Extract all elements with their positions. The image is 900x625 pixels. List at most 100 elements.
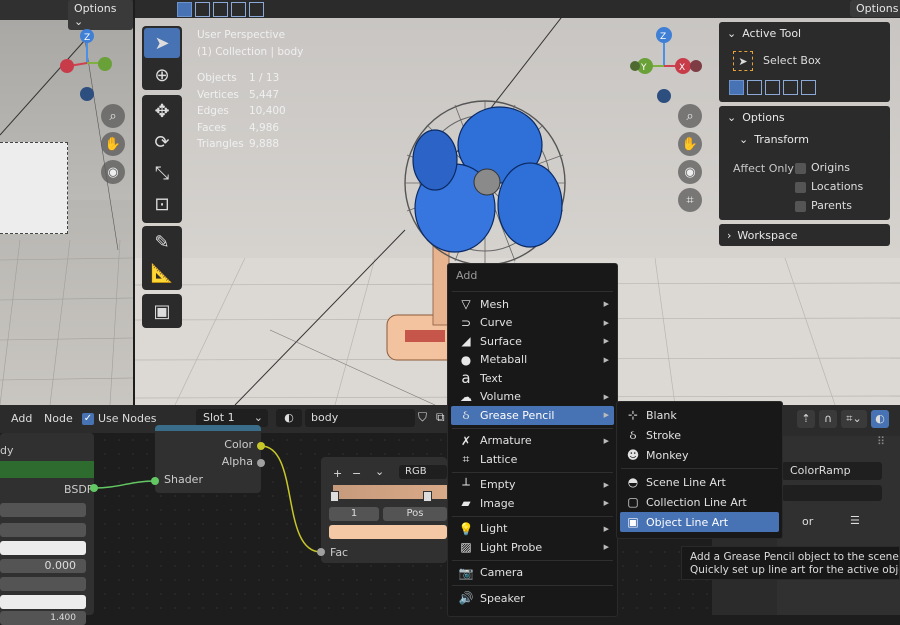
overlay-icon[interactable]: ◐ [871, 410, 889, 428]
value-field[interactable]: 0.000 [0, 559, 86, 573]
stop-index-field[interactable]: 1 [329, 507, 379, 521]
navigation-gizmo[interactable]: Z [55, 28, 125, 104]
submenu-item-stroke[interactable]: ઠ Stroke [617, 425, 782, 445]
bsdf-socket[interactable] [90, 484, 98, 492]
magnet-icon[interactable]: ∩ [819, 410, 837, 428]
move-tool-icon[interactable]: ✥ [144, 96, 180, 126]
submenu-item-collection-line-art[interactable]: ▢ Collection Line Art [617, 492, 782, 512]
menu-item-mesh[interactable]: ▽ Mesh ▶ [448, 295, 617, 314]
select-subtract-icon[interactable] [765, 80, 780, 95]
stop-color-swatch[interactable] [329, 525, 447, 539]
submenu-item-object-line-art[interactable]: ▣ Object Line Art [620, 512, 779, 532]
menu-item-empty[interactable]: ┴ Empty ▶ [448, 476, 617, 495]
panel-header[interactable]: › Workspace [719, 224, 890, 246]
principled-bsdf-node[interactable]: dy BSDF 0.000 1.400 [0, 433, 94, 625]
position-field[interactable]: Pos [383, 507, 447, 521]
dropdown-field[interactable] [0, 577, 86, 591]
select-intersect-icon[interactable] [249, 2, 264, 17]
select-invert-icon[interactable] [231, 2, 246, 17]
select-subtract-icon[interactable] [213, 2, 228, 17]
panel-header[interactable]: ⌄ Active Tool [719, 22, 890, 44]
menu-item-lattice[interactable]: ⌗ Lattice [448, 450, 617, 469]
camera-view-icon[interactable]: ◉ [101, 160, 125, 184]
menu-item-volume[interactable]: ☁ Volume ▶ [448, 388, 617, 407]
colorramp-field[interactable]: ColorRamp [782, 462, 882, 480]
submenu-item-blank[interactable]: ⊹ Blank [617, 405, 782, 425]
menu-item-grease-pencil[interactable]: ઠ Grease Pencil ▶ [451, 406, 614, 425]
annotate-tool-icon[interactable]: ✎ [144, 227, 180, 257]
select-intersect-icon[interactable] [801, 80, 816, 95]
select-new-icon[interactable] [177, 2, 192, 17]
left-viewport[interactable]: Options ⌄ Z ⌕ ✋ ◉ [0, 0, 133, 405]
arrow-up-icon[interactable]: ⇡ [797, 410, 815, 428]
origins-checkbox[interactable]: Origins [795, 161, 850, 174]
measure-tool-icon[interactable]: 📐 [144, 258, 180, 288]
menu-item-camera[interactable]: 📷 Camera [448, 564, 617, 583]
select-box-icon[interactable]: ➤ [733, 51, 753, 71]
submenu-item-scene-line-art[interactable]: ◓ Scene Line Art [617, 472, 782, 492]
menu-item-speaker[interactable]: 🔊 Speaker [448, 589, 617, 608]
select-extend-icon[interactable] [747, 80, 762, 95]
locations-checkbox[interactable]: Locations [795, 180, 863, 193]
dropdown-field[interactable] [0, 523, 86, 537]
transform-tool-icon[interactable]: ⊡ [144, 189, 180, 219]
add-menu-button[interactable]: Add [11, 412, 32, 425]
menu-item-surface[interactable]: ◢ Surface ▶ [448, 332, 617, 351]
plus-icon[interactable]: + [333, 467, 342, 480]
shield-icon[interactable]: ⛉ [418, 410, 427, 425]
select-box-tool-icon[interactable]: ➤ [144, 28, 180, 58]
plane-object[interactable] [0, 142, 68, 234]
color-ramp-node[interactable]: + − ⌄ RGB 1 Pos Fac [321, 457, 447, 563]
menu-item-curve[interactable]: ⊃ Curve ▶ [448, 314, 617, 333]
parents-checkbox[interactable]: Parents [795, 199, 852, 212]
zoom-icon[interactable]: ⌕ [101, 104, 125, 128]
menu-item-light[interactable]: 💡 Light ▶ [448, 520, 617, 539]
menu-item-light-probe[interactable]: ▨ Light Probe ▶ [448, 538, 617, 557]
color-swatch[interactable] [0, 541, 86, 555]
select-mode-group[interactable] [729, 80, 819, 98]
menu-item-metaball[interactable]: ● Metaball ▶ [448, 351, 617, 370]
select-extend-icon[interactable] [195, 2, 210, 17]
material-name-field[interactable]: body [305, 409, 415, 427]
dropdown-field[interactable] [0, 503, 86, 517]
node-menu-button[interactable]: Node [44, 412, 73, 425]
color-mode-dropdown[interactable]: RGB [399, 465, 447, 479]
color-swatch[interactable] [0, 595, 86, 609]
select-new-icon[interactable] [729, 80, 744, 95]
select-mode-group[interactable] [177, 2, 267, 20]
shader-socket[interactable] [151, 477, 159, 485]
list-icon[interactable]: ☰ [850, 514, 860, 527]
menu-item-armature[interactable]: ✗ Armature ▶ [448, 432, 617, 451]
workspace-panel[interactable]: › Workspace [719, 224, 890, 246]
minus-icon[interactable]: − [352, 467, 361, 480]
value-field[interactable]: 1.400 [0, 611, 86, 625]
left-options-dropdown[interactable]: Options ⌄ [68, 0, 133, 30]
input-field[interactable] [782, 485, 882, 501]
select-invert-icon[interactable] [783, 80, 798, 95]
snap-icon[interactable]: ⌗⌄ [841, 410, 867, 428]
options-dropdown[interactable]: Options [850, 0, 900, 17]
fac-socket[interactable] [317, 548, 325, 556]
material-sphere-icon[interactable]: ◐ [276, 409, 302, 427]
transform-subpanel-header[interactable]: ⌄ Transform [719, 128, 890, 150]
panel-header[interactable]: ⌄ Options [719, 106, 890, 128]
hand-pan-icon[interactable]: ✋ [101, 132, 125, 156]
drag-handle-icon[interactable]: ⠿ [877, 435, 885, 448]
shader-output-node[interactable]: Color Alpha Shader [155, 425, 261, 493]
chevron-down-icon[interactable]: ⌄ [375, 465, 384, 478]
alpha-socket[interactable] [257, 459, 265, 467]
rotate-tool-icon[interactable]: ⟳ [144, 127, 180, 157]
hand-pan-icon[interactable]: ✋ [678, 132, 702, 156]
menu-item-image[interactable]: ▰ Image ▶ [448, 494, 617, 513]
color-stop-handle[interactable] [330, 491, 339, 502]
perspective-grid-icon[interactable]: ⌗ [678, 188, 702, 212]
submenu-item-monkey[interactable]: ☻ Monkey [617, 445, 782, 465]
copy-icon[interactable]: ⧉ [436, 410, 445, 425]
scale-tool-icon[interactable]: ⤡ [144, 158, 180, 188]
color-stop-handle[interactable] [423, 491, 432, 502]
color-socket[interactable] [257, 442, 265, 450]
add-cube-tool-icon[interactable]: ▣ [144, 296, 180, 326]
navigation-gizmo[interactable]: Z Y X [630, 26, 702, 106]
zoom-icon[interactable]: ⌕ [678, 104, 702, 128]
menu-item-text[interactable]: a Text [448, 369, 617, 388]
